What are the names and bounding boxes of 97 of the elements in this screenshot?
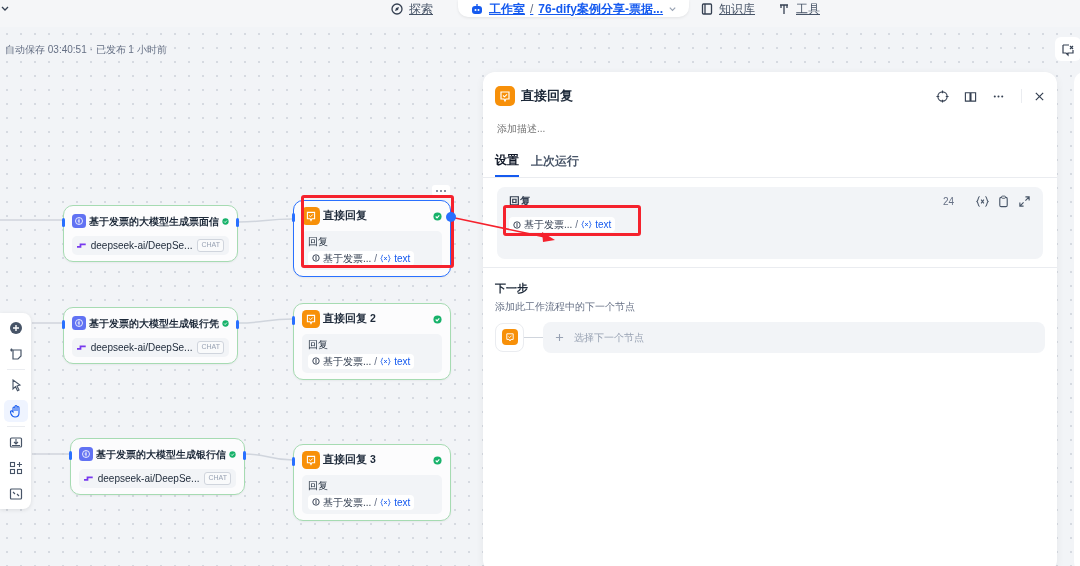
path-separator: / [374,495,378,510]
success-check-icon [222,318,229,328]
llm-source-icon [312,254,320,262]
section-hint: 添加此工作流程中的下一个节点 [495,299,636,314]
path-separator: / [374,251,378,266]
insert-variable-icon[interactable] [976,194,989,208]
description-field[interactable]: 添加描述... [495,120,695,137]
output-handle[interactable] [446,212,456,222]
llm-source-icon [312,498,320,506]
port-handle[interactable] [243,451,246,460]
variable-name: text [394,251,411,266]
model-icon [77,344,86,351]
field-label: 回复 [308,338,329,352]
add-icon [8,321,23,335]
variable-icon [380,253,392,263]
llm-icon [79,445,93,463]
compass-icon [390,1,404,16]
success-check-icon [222,216,229,226]
chat-toggle-icon[interactable] [1055,37,1080,61]
answer-node[interactable]: 直接回复 2 回复 基于发票... / text [293,303,451,380]
llm-source-icon [312,357,320,365]
tool-icon [777,1,791,16]
nav-link[interactable]: 知识库 [700,0,755,17]
field-label: 回复 [308,235,329,249]
node-title: 直接回复 3 [323,452,377,468]
llm-icon [72,314,86,332]
book-icon [700,1,714,16]
variable-name: text [394,495,411,510]
llm-icon [72,212,86,230]
llm-source-icon [513,220,521,229]
variable-name: text [394,354,411,369]
connector-line [238,218,293,223]
variable-icon [380,497,392,507]
variable-icon [380,356,392,366]
source-node-name: 基于发票... [323,354,372,369]
field-label: 回复 [308,479,329,493]
answer-node[interactable]: 直接回复 3 回复 基于发票... / text [293,444,451,521]
path-separator: / [575,218,579,232]
export-image-icon [8,435,23,449]
chat-reply-icon [501,329,518,345]
layout-icon [8,461,23,475]
port-handle[interactable] [292,213,295,222]
port-handle[interactable] [292,457,295,466]
robot-icon [470,1,484,16]
breadcrumb-separator: / [530,0,534,18]
node-title: 直接回复 [323,208,368,224]
character-count: 24 [942,194,954,209]
variable-icon [581,220,593,229]
model-icon [77,242,86,249]
panel-title: 直接回复 [521,87,574,106]
chat-reply-icon [302,310,320,328]
success-check-icon [433,211,442,221]
connector-line [238,318,293,324]
node-title: 基于发票的大模型生成票面信 [89,214,219,229]
section-title: 下一步 [495,281,529,296]
chat-reply-icon [302,451,320,469]
node-title: 基于发票的大模型生成银行信 [96,447,226,462]
fit-view-icon [8,487,23,501]
variable-name: text [595,218,612,232]
path-separator: / [374,354,378,369]
port-handle[interactable] [236,320,239,329]
chevron-down-icon [668,4,678,13]
hand-tool[interactable] [3,400,28,422]
expand-icon[interactable] [1018,194,1031,208]
node-title: 基于发票的大模型生成银行凭 [89,316,219,331]
clipboard-icon[interactable] [997,194,1010,208]
app-name[interactable]: 76-dify案例分享-票据... [538,0,664,18]
model-icon [84,475,93,482]
success-check-icon [433,455,442,465]
port-handle[interactable] [236,218,239,227]
more-icon[interactable] [432,185,450,196]
locate-icon[interactable] [935,90,949,104]
port-handle[interactable] [62,320,65,329]
port-handle[interactable] [292,316,295,325]
model-name: deepseek-ai/DeepSe... [90,341,193,355]
success-check-icon [229,449,236,459]
plus-icon [555,332,564,342]
close-icon[interactable] [1034,90,1045,102]
tab[interactable]: 上次运行 [531,151,579,177]
nav-link[interactable]: 探索 [390,0,433,17]
model-name: deepseek-ai/DeepSe... [97,472,200,486]
port-handle[interactable] [62,218,65,227]
model-name: deepseek-ai/DeepSe... [90,239,193,253]
success-check-icon [433,314,442,324]
connector-line [245,453,293,461]
source-node-name: 基于发票... [524,218,573,232]
chat-reply-icon [495,86,515,106]
hand-icon [8,404,23,418]
add-note-icon [8,347,23,361]
port-handle[interactable] [69,451,72,460]
tab[interactable]: 设置 [495,151,519,177]
nav-link[interactable]: 工具 [777,0,820,17]
source-node-name: 基于发票... [323,251,372,266]
book-icon[interactable] [963,90,977,104]
node-title: 直接回复 2 [323,311,377,327]
save-status: 自动保存 03:40:51 · 已发布 1 小时前 [5,43,167,57]
source-node-name: 基于发票... [323,495,372,510]
